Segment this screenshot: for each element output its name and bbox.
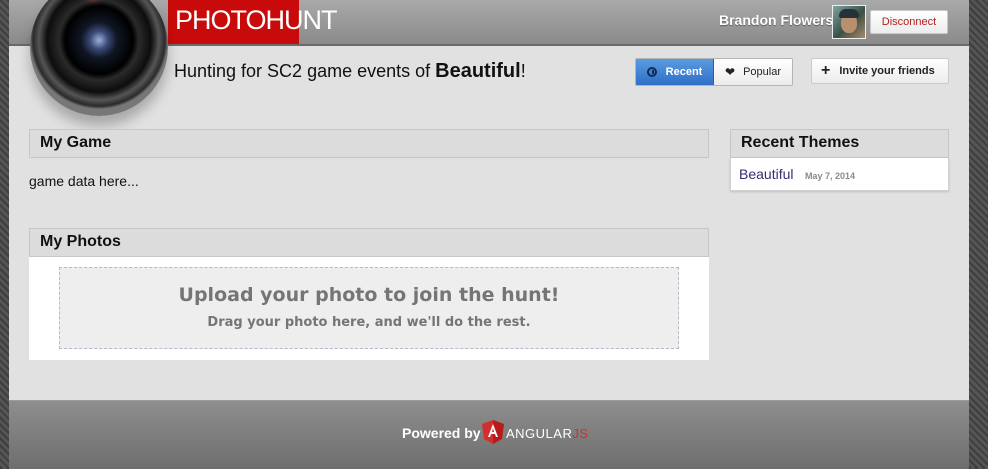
recent-label: Recent (665, 66, 703, 78)
avatar[interactable] (832, 5, 866, 39)
footer: Powered by ANGULARJS (9, 400, 969, 469)
recent-button[interactable]: Recent (636, 59, 714, 85)
upload-title: Upload your photo to join the hunt! (178, 284, 560, 306)
my-photos-header: My Photos (29, 228, 709, 257)
photos-panel: Upload your photo to join the hunt! Drag… (29, 257, 709, 360)
popular-label: Popular (743, 66, 781, 78)
recent-themes-header: Recent Themes (730, 129, 949, 158)
heart-icon: ❤ (725, 65, 736, 79)
game-data-text: game data here... (29, 173, 139, 189)
avatar-cap (839, 9, 859, 18)
my-game-header: My Game (29, 129, 709, 158)
page: PHOTOHUNT Brandon Flowers Disconnect Hun… (9, 0, 969, 469)
plus-icon: + (821, 62, 831, 79)
js-text: JS (572, 426, 589, 441)
theme-link[interactable]: Beautiful (739, 166, 793, 182)
angularjs-wordmark[interactable]: ANGULARJS (506, 426, 589, 441)
popular-button[interactable]: ❤ Popular (714, 59, 792, 85)
angularjs-shield-icon (482, 420, 504, 444)
page-tagline: Hunting for SC2 game events of Beautiful… (174, 60, 526, 83)
disconnect-button[interactable]: Disconnect (870, 10, 948, 34)
tagline-prefix: Hunting for SC2 game events of (174, 61, 436, 81)
recent-themes-list: Beautiful May 7, 2014 (730, 158, 949, 191)
theme-date: May 7, 2014 (804, 171, 855, 181)
invite-friends-button[interactable]: + Invite your friends (811, 58, 949, 84)
sort-toggle: Recent ❤ Popular (635, 58, 793, 86)
clock-icon (646, 67, 657, 77)
upload-subtitle: Drag your photo here, and we'll do the r… (207, 315, 531, 330)
angular-text: ANGULAR (506, 426, 573, 441)
camera-lens-logo-icon[interactable] (30, 0, 168, 116)
powered-by-label: Powered by (402, 425, 481, 441)
tagline-suffix: ! (520, 61, 526, 81)
brand-logo-text[interactable]: PHOTOHUNT (168, 0, 338, 44)
tagline-theme: Beautiful (435, 60, 521, 82)
invite-label: Invite your friends (839, 65, 935, 77)
photo-dropzone[interactable]: Upload your photo to join the hunt! Drag… (59, 267, 679, 349)
user-name: Brandon Flowers (719, 12, 834, 28)
